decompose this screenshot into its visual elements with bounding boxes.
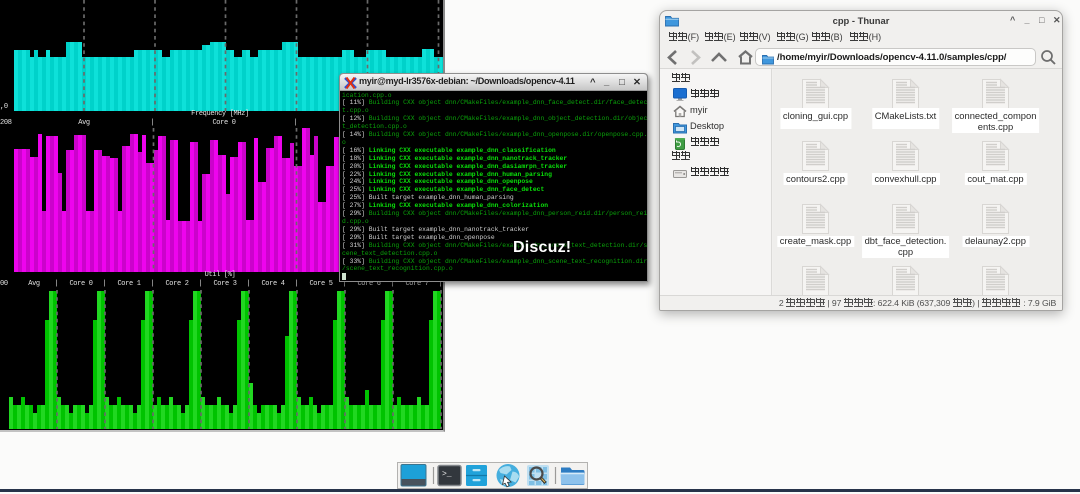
- svg-text:>_: >_: [442, 470, 452, 479]
